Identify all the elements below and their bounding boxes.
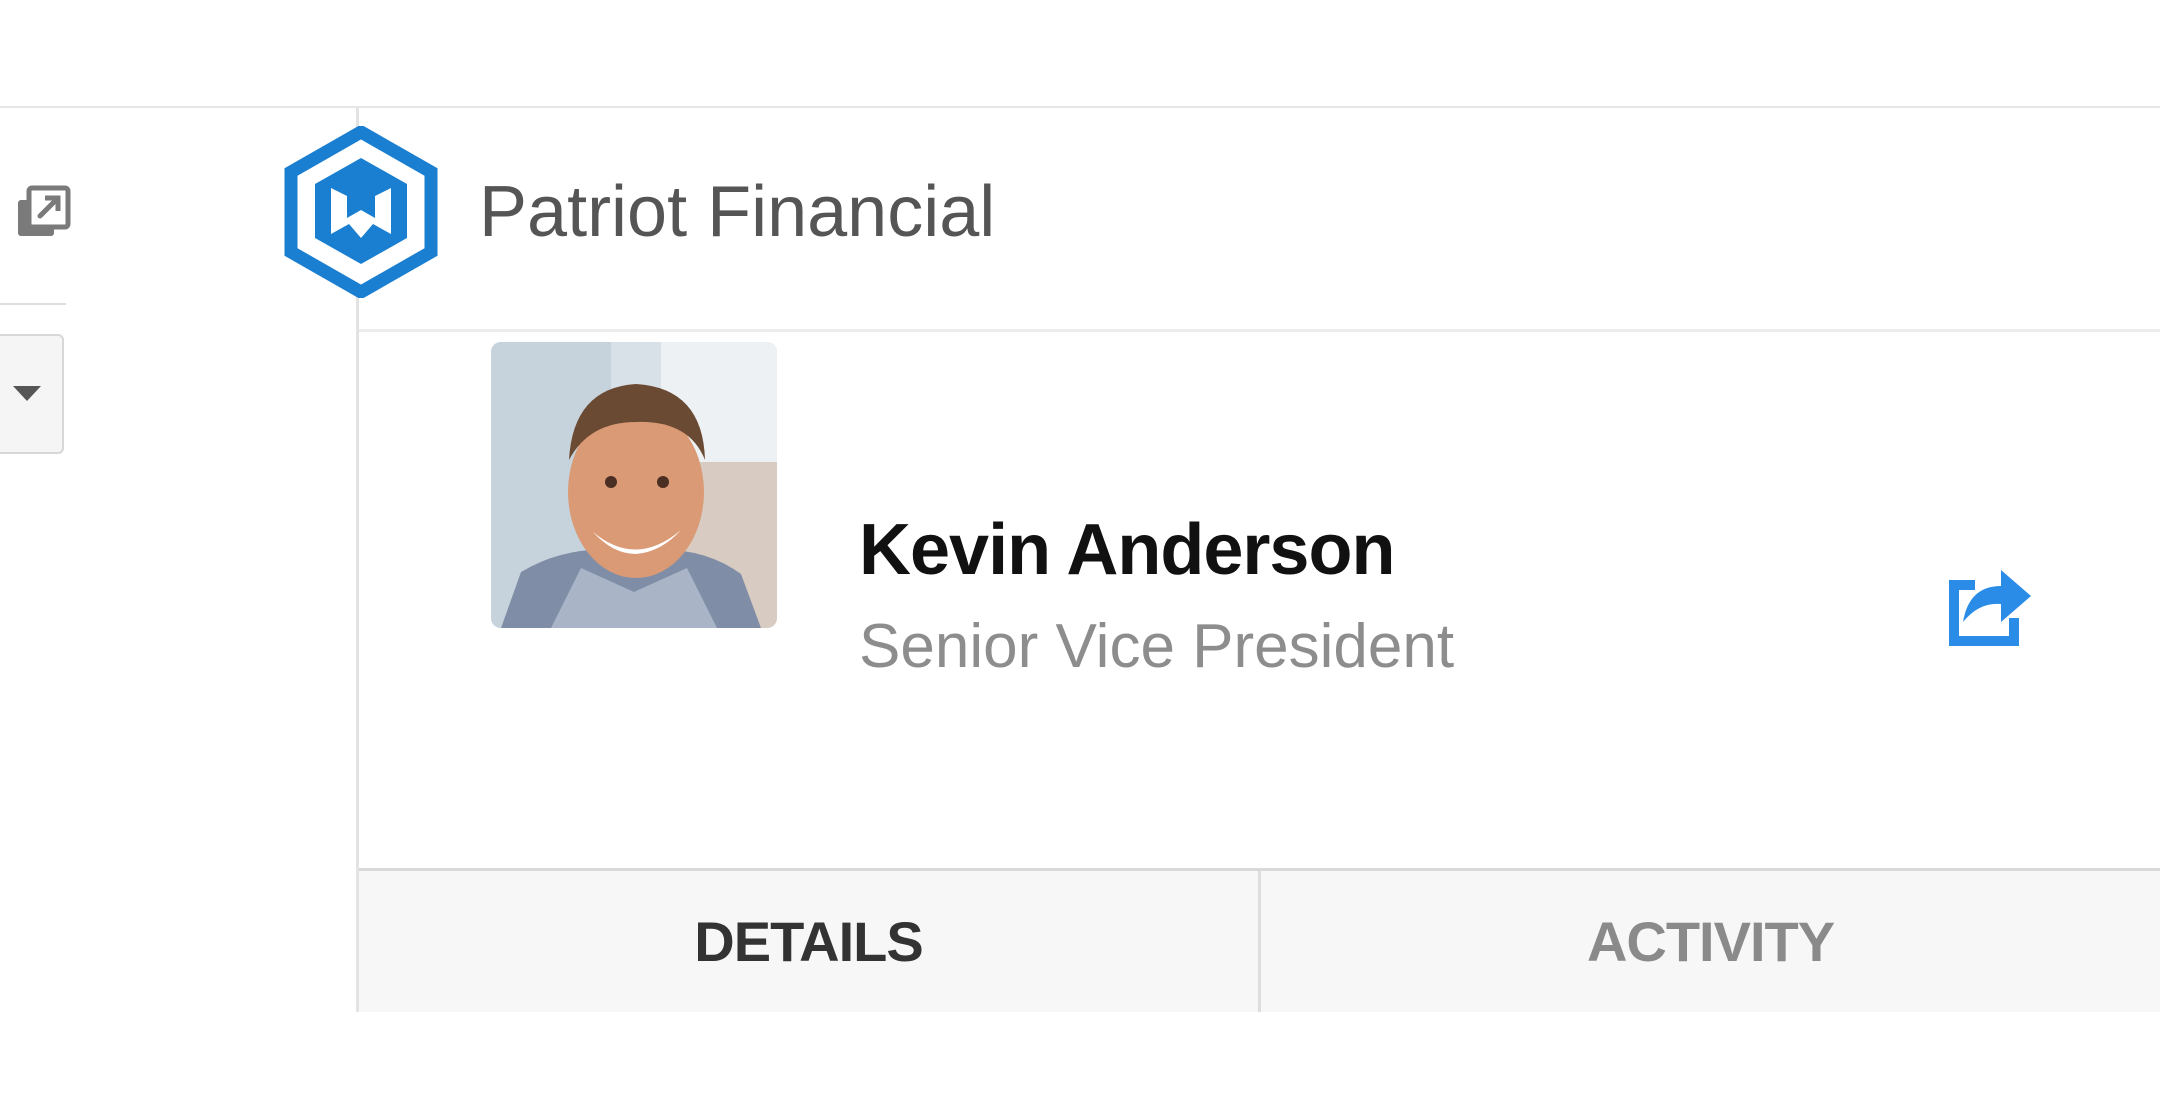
tab-details[interactable]: DETAILS	[359, 871, 1261, 1012]
share-icon	[1949, 570, 2031, 646]
company-name: Patriot Financial	[479, 172, 996, 252]
hexagon-shield-logo	[284, 126, 438, 298]
panel-header: Patriot Financial	[284, 108, 2160, 332]
dropdown-button[interactable]	[0, 334, 64, 454]
tab-activity[interactable]: ACTIVITY	[1261, 871, 2160, 1012]
share-button[interactable]	[1929, 552, 2039, 662]
tab-bar: DETAILS ACTIVITY	[359, 868, 2160, 1012]
app-screen: Patriot Financial Kevin Anderson Senior …	[0, 0, 2160, 1120]
popout-icon	[18, 185, 71, 236]
caret-down-icon	[13, 386, 41, 401]
contact-panel: Patriot Financial Kevin Anderson Senior …	[284, 108, 2160, 1012]
avatar-image	[491, 342, 777, 628]
left-divider	[0, 303, 66, 305]
avatar	[491, 342, 777, 628]
popout-button[interactable]	[14, 184, 72, 242]
contact-name: Kevin Anderson	[859, 510, 1395, 590]
contact-title: Senior Vice President	[859, 612, 1455, 681]
